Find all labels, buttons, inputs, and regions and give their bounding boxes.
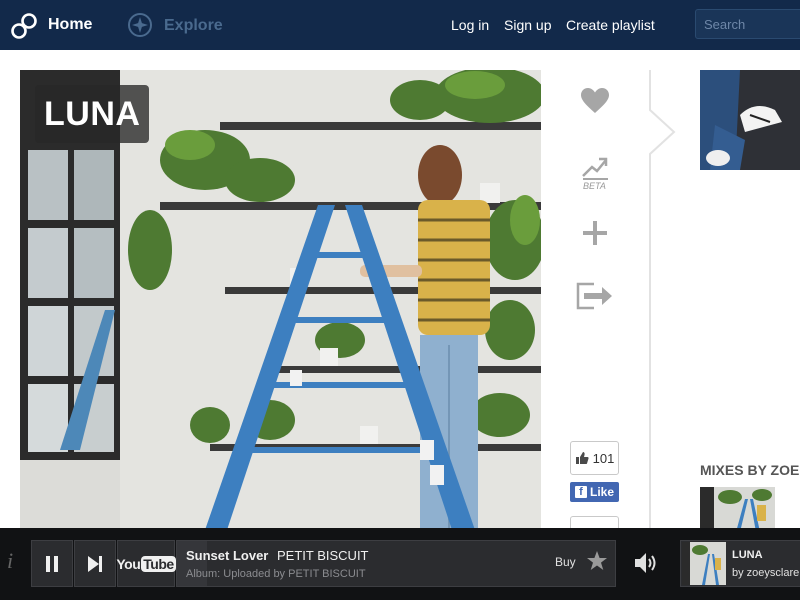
buy-button[interactable]: Buy — [555, 555, 576, 569]
create-playlist-link[interactable]: Create playlist — [566, 17, 655, 33]
mix-title: LUNA — [35, 85, 150, 143]
thumbs-up-icon — [575, 452, 589, 464]
now-playing-panel[interactable]: LUNA by zoeysclare — [680, 540, 800, 587]
like-count-value: 101 — [592, 450, 615, 466]
8tracks-logo-icon[interactable] — [10, 12, 38, 40]
trending-icon — [582, 157, 608, 180]
login-link[interactable]: Log in — [451, 17, 489, 33]
track-info-panel: Sunset Lover PETIT BISCUIT Album: Upload… — [176, 540, 616, 587]
track-artist[interactable]: PETIT BISCUIT — [277, 548, 369, 563]
now-playing-thumbnail — [682, 542, 726, 585]
youtube-button[interactable]: You Tube — [116, 540, 176, 587]
plus-icon — [583, 221, 607, 245]
info-icon[interactable]: i — [7, 548, 13, 574]
skip-forward-icon — [88, 555, 102, 572]
player-bar: i You Tube Sunset Lover PETIT BISCUIT Al… — [0, 528, 800, 600]
sneakers-photo — [700, 70, 800, 170]
volume-icon[interactable] — [634, 551, 660, 575]
top-nav: Home Explore Log in Sign up Create playl… — [0, 0, 800, 50]
now-playing-title: LUNA — [732, 549, 763, 561]
pause-button[interactable] — [31, 540, 73, 587]
track-title[interactable]: Sunset Lover — [186, 548, 268, 563]
related-mix-photo — [700, 487, 775, 532]
share-icon — [576, 282, 612, 310]
youtube-logo-tube: Tube — [141, 555, 176, 572]
featured-mix-thumbnail[interactable] — [700, 70, 800, 170]
related-mix-thumbnail[interactable] — [700, 487, 775, 532]
heart-icon — [581, 88, 609, 113]
skip-button[interactable] — [74, 540, 116, 587]
signup-link[interactable]: Sign up — [504, 17, 551, 33]
star-icon[interactable] — [586, 550, 608, 572]
now-playing-photo — [682, 542, 726, 585]
beta-label: BETA — [583, 181, 606, 191]
panel-divider — [649, 70, 676, 530]
now-playing-user[interactable]: by zoeysclare — [732, 567, 799, 579]
nav-home-link[interactable]: Home — [48, 16, 92, 34]
like-button[interactable] — [573, 84, 617, 118]
facebook-like-label: Like — [589, 485, 614, 499]
pause-icon — [46, 555, 58, 572]
trending-button[interactable] — [573, 152, 617, 182]
add-to-collection-button[interactable] — [573, 218, 617, 248]
facebook-like-count: 101 — [570, 441, 619, 475]
share-button[interactable] — [573, 281, 617, 311]
nav-explore-link[interactable]: Explore — [164, 17, 223, 35]
mixes-by-heading: MIXES BY ZOE — [700, 462, 800, 478]
facebook-like-button[interactable]: f Like — [570, 482, 619, 502]
track-album-line: Album: Uploaded by PETIT BISCUIT — [186, 568, 366, 580]
facebook-icon: f — [574, 486, 587, 498]
search-input[interactable] — [695, 9, 800, 39]
youtube-logo-you: You — [116, 555, 141, 572]
compass-icon[interactable] — [127, 12, 153, 38]
